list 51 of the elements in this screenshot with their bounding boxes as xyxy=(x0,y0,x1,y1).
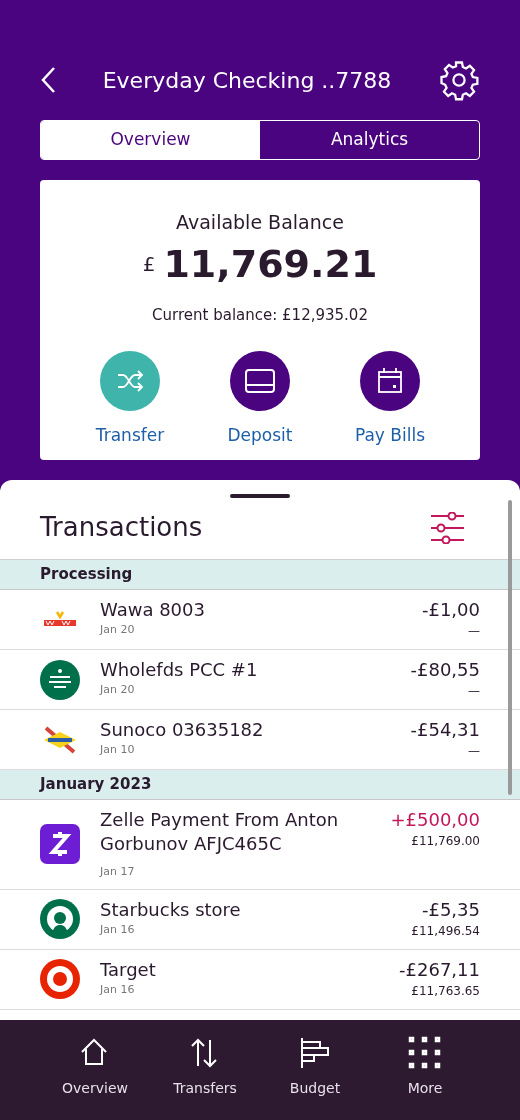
card-icon[interactable] xyxy=(230,350,290,411)
running-balance: £11,769.00 xyxy=(411,833,480,850)
back-icon[interactable] xyxy=(40,66,56,94)
currency-symbol: £ xyxy=(142,250,156,278)
tab[interactable]: Analytics xyxy=(260,121,479,159)
transaction-amount: -£80,55 xyxy=(410,658,480,682)
nav-item[interactable]: Transfers xyxy=(150,1036,260,1120)
transaction-amount: -£54,31 xyxy=(410,718,480,742)
balance-amount: 11,769.21 xyxy=(163,240,378,288)
merchant-name: Starbucks store xyxy=(100,897,242,922)
transaction-amount: +£500,00 xyxy=(390,808,480,832)
transaction-amount: -£1,00 xyxy=(421,598,480,622)
target-logo-icon xyxy=(40,959,80,999)
running-balance: £11,496.54 xyxy=(411,922,480,940)
transaction-date: Jan 17 xyxy=(100,864,136,880)
action-link[interactable]: Transfer xyxy=(95,422,165,448)
action-link[interactable]: Deposit xyxy=(227,422,293,448)
running-balance: — xyxy=(468,683,480,700)
scrollbar[interactable] xyxy=(508,500,512,795)
current-balance: Current balance: £12,935.02 xyxy=(152,305,368,326)
filter-icon[interactable] xyxy=(430,511,464,544)
nav-item[interactable]: Budget xyxy=(260,1036,370,1120)
section-header: Processing xyxy=(0,560,520,590)
bar-chart-icon[interactable] xyxy=(298,1036,332,1070)
action-link[interactable]: Pay Bills xyxy=(354,422,426,448)
section-title: Transactions xyxy=(40,511,203,544)
nav-item[interactable]: More xyxy=(370,1036,480,1120)
drag-handle[interactable] xyxy=(230,494,290,498)
tab[interactable]: Overview xyxy=(41,121,260,159)
section-header: January 2023 xyxy=(0,770,520,800)
transaction-amount: -£267,11 xyxy=(399,957,480,982)
screen-title: Everyday Checking ..7788 xyxy=(102,66,392,95)
balance-label: Available Balance xyxy=(176,210,344,235)
settings-icon[interactable] xyxy=(438,59,480,101)
merchant-name: Target xyxy=(100,957,157,982)
merchant-name: Zelle Payment From Anton Gorbunov AFJC465C xyxy=(100,808,340,856)
merchant-name: Wawa 8003 xyxy=(100,598,206,622)
transaction-amount: -£5,35 xyxy=(421,897,480,922)
transaction-date: Jan 16 xyxy=(100,921,136,938)
transaction-date: Jan 20 xyxy=(100,622,136,638)
running-balance: — xyxy=(468,623,480,640)
merchant-name: Wholefds PCC #1 xyxy=(100,658,259,682)
transaction-date: Jan 16 xyxy=(100,981,136,998)
running-balance: — xyxy=(468,743,480,760)
transaction-date: Jan 10 xyxy=(100,742,136,758)
merchant-name: Sunoco 03635182 xyxy=(100,718,265,742)
transaction-date: Jan 20 xyxy=(100,682,136,698)
calendar-icon[interactable] xyxy=(360,350,420,411)
grid-icon[interactable] xyxy=(408,1036,442,1070)
nav-item[interactable]: Overview xyxy=(40,1036,150,1120)
running-balance: £11,763.65 xyxy=(411,982,480,1000)
